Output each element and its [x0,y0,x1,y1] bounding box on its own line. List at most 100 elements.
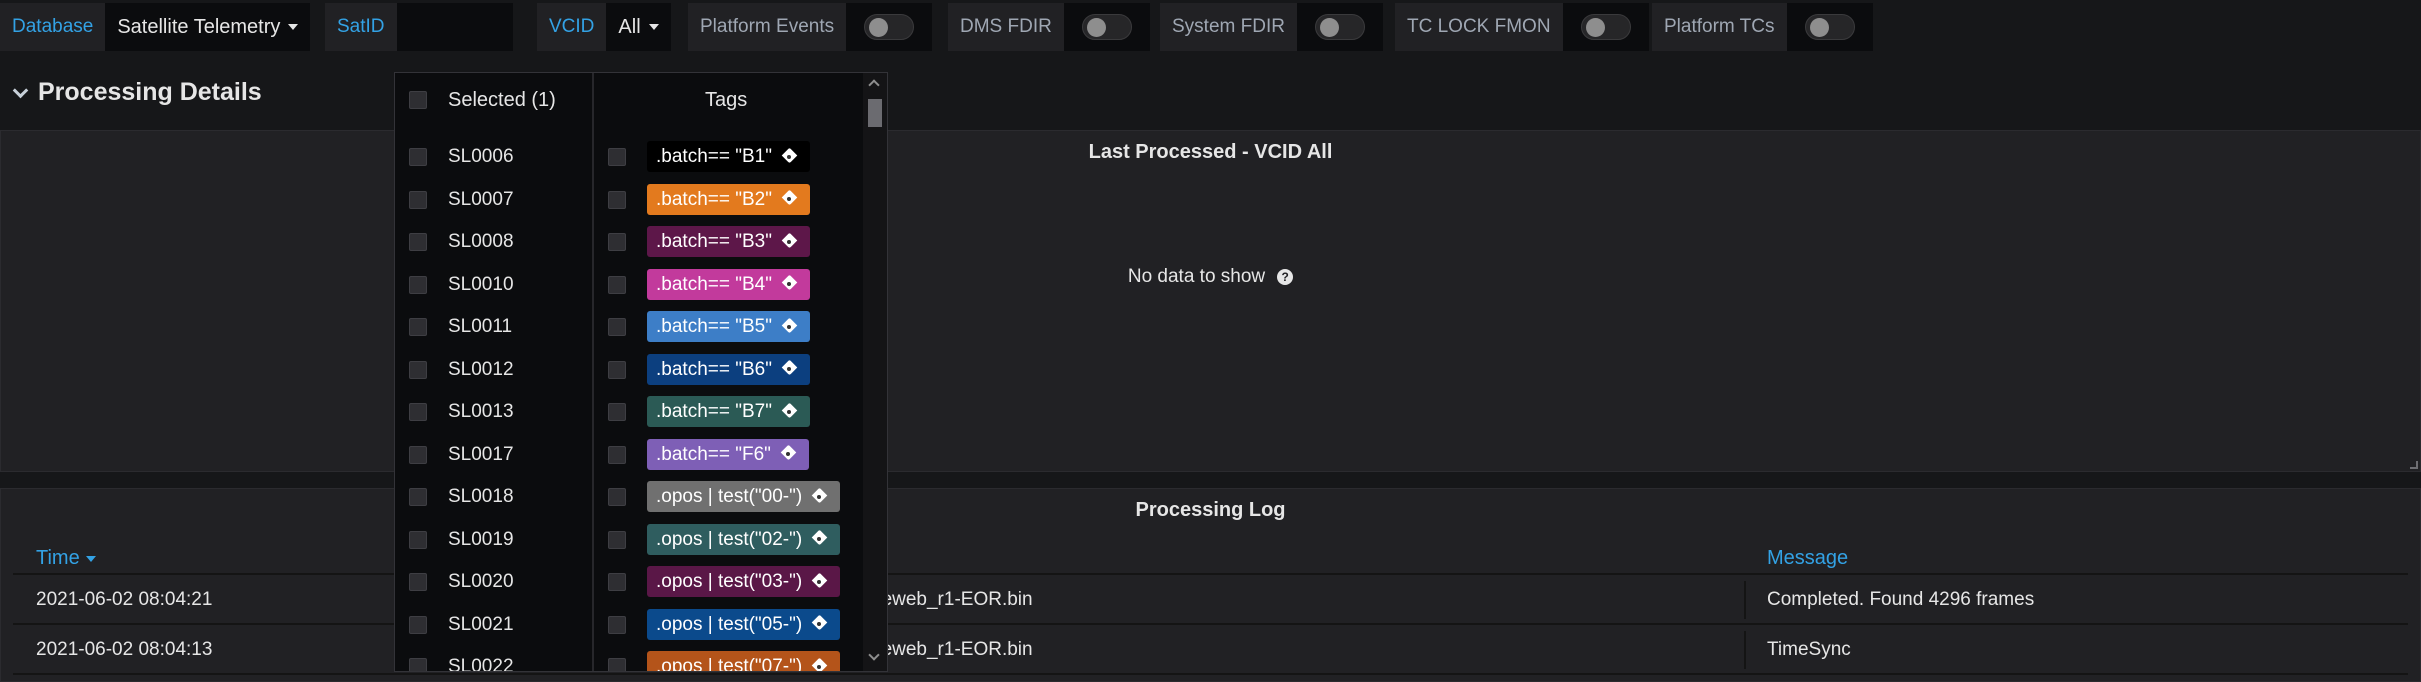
tag-item[interactable]: .batch== "B5" [594,306,864,348]
tag-icon [782,318,800,336]
tag-item[interactable]: .batch== "B7" [594,391,864,433]
option-item[interactable]: SL0022 [395,646,592,671]
tag-chip[interactable]: .opos | test("03-") [647,566,841,597]
tag-chip[interactable]: .batch== "B1" [647,141,810,172]
option-checkbox[interactable] [409,233,427,251]
option-checkbox[interactable] [409,573,427,591]
option-checkbox[interactable] [409,615,427,634]
option-checkbox[interactable] [409,488,427,506]
option-label: SL0010 [448,273,514,295]
tc-lock-fmon-variable: TC LOCK FMON [1395,3,1649,51]
platform-events-toggle[interactable] [864,14,915,40]
row-title: Processing Details [38,77,262,106]
option-item[interactable]: SL0011 [395,306,592,348]
platform-tcs-toggle[interactable] [1804,14,1855,40]
tag-chip[interactable]: .batch== "B4" [647,268,810,300]
option-checkbox[interactable] [409,275,427,294]
tag-chip[interactable]: .batch== "B5" [647,311,810,342]
option-checkbox[interactable] [409,658,427,671]
tag-chip[interactable]: .opos | test("05-") [647,608,841,640]
tag-chip[interactable]: .batch== "F6" [647,438,809,470]
tc-lock-fmon-toggle[interactable] [1580,14,1631,40]
scroll-down-icon[interactable] [868,649,880,661]
row-header[interactable]: Processing Details [0,70,262,114]
option-checkbox[interactable] [409,403,427,421]
tag-checkbox[interactable] [608,233,626,251]
option-item[interactable]: SL0020 [395,561,592,603]
tag-checkbox[interactable] [608,573,626,591]
option-checkbox[interactable] [409,530,427,549]
tag-item[interactable]: .batch== "B1" [594,136,864,178]
tag-chip[interactable]: .batch== "B3" [647,226,810,257]
satid-select[interactable] [396,3,513,51]
dropdown-scrollbar[interactable] [863,73,887,671]
tag-item[interactable]: .opos | test("02-") [594,519,864,561]
question-icon[interactable]: ? [1277,269,1294,285]
variable-bar: Database Satellite Telemetry SatID VCID … [0,0,2421,54]
tag-checkbox[interactable] [608,403,626,421]
tag-label: .batch== "B6" [656,358,772,380]
tag-chip[interactable]: .opos | test("07-") [647,651,841,671]
tag-item[interactable]: .batch== "B4" [594,264,864,306]
tag-item[interactable]: .opos | test("05-") [594,604,864,646]
tag-label: .opos | test("00-") [656,486,803,507]
tag-item[interactable]: .opos | test("03-") [594,561,864,603]
scroll-up-icon[interactable] [868,79,880,91]
tag-checkbox[interactable] [608,148,626,166]
option-checkbox[interactable] [409,190,427,209]
option-item[interactable]: SL0006 [395,136,592,178]
option-item[interactable]: SL0013 [395,391,592,433]
tag-item[interactable]: .batch== "B2" [594,179,864,221]
option-item[interactable]: SL0010 [395,264,592,306]
tag-icon [812,488,830,506]
no-data-message: No data to show ? [1,266,2420,288]
tag-chip[interactable]: .batch== "B2" [647,183,810,215]
option-item[interactable]: SL0008 [395,221,592,263]
time-cell: 2021-06-02 08:04:13 [36,639,213,660]
option-checkbox[interactable] [409,445,427,464]
system-fdir-toggle[interactable] [1314,14,1365,40]
time-column-header[interactable]: Time [36,547,96,570]
time-cell: 2021-06-02 08:04:21 [36,589,213,610]
tag-checkbox[interactable] [608,318,626,336]
option-item[interactable]: SL0012 [395,349,592,391]
tag-item[interactable]: .batch== "B6" [594,349,864,391]
message-column-header[interactable]: Message [1767,547,1848,570]
satid-dropdown-menu: Selected (1) Tags SL0006 SL0007 SL0008 SL00… [394,72,888,672]
tag-checkbox[interactable] [608,658,626,671]
option-item[interactable]: SL0019 [395,519,592,561]
resize-handle-icon[interactable] [2410,461,2418,469]
tag-item[interactable]: .batch== "F6" [594,434,864,476]
tag-checkbox[interactable] [608,190,626,209]
tag-chip[interactable]: .opos | test("02-") [647,523,841,555]
table-row: 2021-06-02 08:04:21 neweb_r1-EOR.bin Com… [13,577,2408,625]
option-item[interactable]: SL0021 [395,604,592,646]
vcid-value: All [618,16,641,38]
database-value: Satellite Telemetry [117,16,281,38]
tag-checkbox[interactable] [608,445,626,464]
option-checkbox[interactable] [409,360,427,379]
tag-checkbox[interactable] [608,615,626,634]
tag-item[interactable]: .opos | test("00-") [594,476,864,518]
select-all-checkbox[interactable] [409,91,427,109]
tag-checkbox[interactable] [608,360,626,379]
tag-item[interactable]: .batch== "B3" [594,221,864,263]
option-item[interactable]: SL0007 [395,179,592,221]
tag-chip[interactable]: .batch== "B7" [647,396,810,427]
tag-checkbox[interactable] [608,488,626,506]
scroll-thumb[interactable] [868,99,882,127]
tag-chip[interactable]: .batch== "B6" [647,353,810,385]
option-checkbox[interactable] [409,148,427,166]
tag-checkbox[interactable] [608,530,626,549]
tag-checkbox[interactable] [608,275,626,294]
tag-chip[interactable]: .opos | test("00-") [647,481,841,512]
database-variable: Database Satellite Telemetry [0,3,311,51]
processing-log-panel: Processing Log Time Message 2021-06-02 0… [0,488,2421,682]
vcid-select[interactable]: All [606,3,671,51]
option-checkbox[interactable] [409,318,427,336]
dms-fdir-toggle[interactable] [1081,14,1132,40]
tag-item[interactable]: .opos | test("07-") [594,646,864,671]
option-item[interactable]: SL0017 [395,434,592,476]
option-item[interactable]: SL0018 [395,476,592,518]
database-select[interactable]: Satellite Telemetry [105,3,311,51]
